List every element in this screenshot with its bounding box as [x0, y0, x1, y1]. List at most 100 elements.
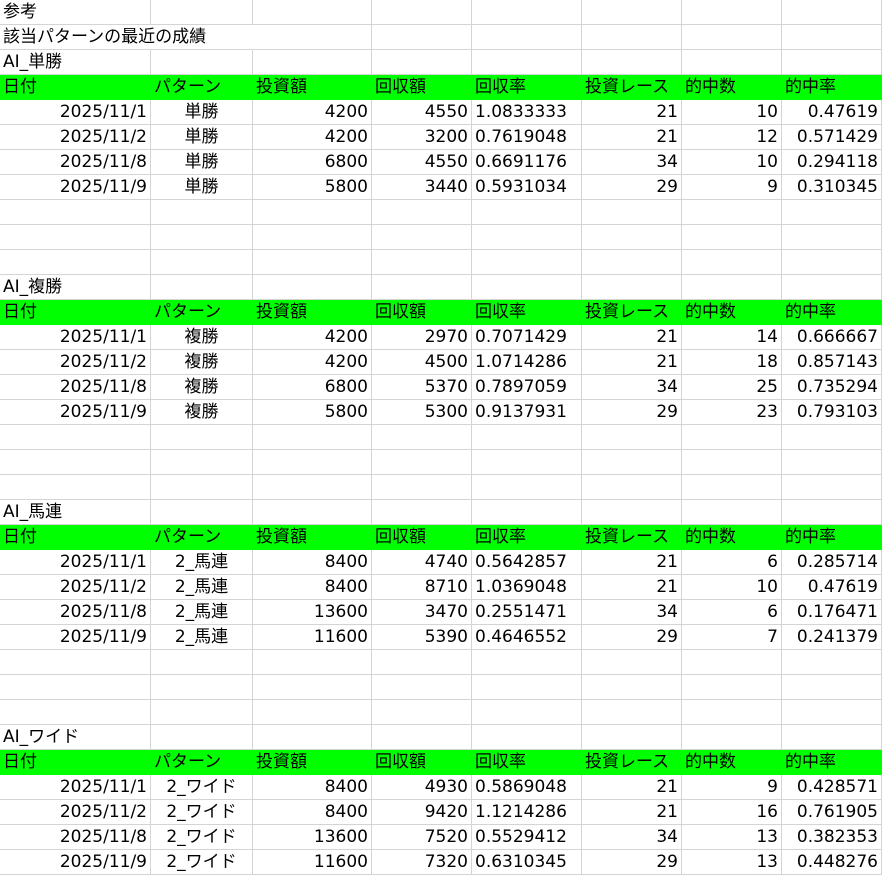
data-cell[interactable]: 0.428571	[782, 775, 882, 800]
data-cell[interactable]: 21	[582, 125, 682, 150]
empty-cell[interactable]	[253, 0, 372, 25]
empty-cell[interactable]	[782, 25, 882, 50]
data-cell[interactable]: 2025/11/1	[0, 550, 151, 575]
data-cell[interactable]: 6	[682, 600, 782, 625]
empty-cell[interactable]	[582, 275, 682, 300]
data-cell[interactable]: 3200	[372, 125, 472, 150]
data-cell[interactable]: 10	[682, 575, 782, 600]
data-cell[interactable]: 4550	[372, 150, 472, 175]
empty-cell[interactable]	[151, 250, 253, 275]
data-cell[interactable]: 21	[582, 350, 682, 375]
data-cell[interactable]: 2025/11/2	[0, 350, 151, 375]
empty-cell[interactable]	[253, 725, 372, 750]
empty-cell[interactable]	[472, 200, 582, 225]
column-header-hits[interactable]: 的中数	[682, 75, 782, 100]
data-cell[interactable]: 13600	[253, 600, 372, 625]
empty-cell[interactable]	[472, 0, 582, 25]
data-cell[interactable]: 29	[582, 850, 682, 875]
data-cell[interactable]: 13	[682, 825, 782, 850]
empty-cell[interactable]	[782, 675, 882, 700]
empty-cell[interactable]	[472, 725, 582, 750]
data-cell[interactable]: 0.382353	[782, 825, 882, 850]
empty-cell[interactable]	[0, 425, 151, 450]
column-header-pattern[interactable]: パターン	[151, 525, 253, 550]
empty-cell[interactable]	[151, 225, 253, 250]
empty-cell[interactable]	[253, 700, 372, 725]
empty-cell[interactable]	[372, 250, 472, 275]
column-header-hits[interactable]: 的中数	[682, 300, 782, 325]
data-cell[interactable]: 6800	[253, 150, 372, 175]
data-cell[interactable]: 2025/11/8	[0, 375, 151, 400]
data-cell[interactable]: 0.7071429	[472, 325, 582, 350]
data-cell[interactable]: 18	[682, 350, 782, 375]
data-cell[interactable]: 34	[582, 375, 682, 400]
empty-cell[interactable]	[372, 700, 472, 725]
column-header-hit-rate[interactable]: 的中率	[782, 75, 882, 100]
empty-cell[interactable]	[151, 500, 253, 525]
empty-cell[interactable]	[682, 225, 782, 250]
data-cell[interactable]: 21	[582, 800, 682, 825]
empty-cell[interactable]	[253, 425, 372, 450]
data-cell[interactable]: 12	[682, 125, 782, 150]
column-header-date[interactable]: 日付	[0, 75, 151, 100]
empty-cell[interactable]	[582, 700, 682, 725]
data-cell[interactable]: 6	[682, 550, 782, 575]
empty-cell[interactable]	[472, 425, 582, 450]
column-header-investment[interactable]: 投資額	[253, 750, 372, 775]
column-header-return[interactable]: 回収額	[372, 750, 472, 775]
data-cell[interactable]: 2025/11/2	[0, 575, 151, 600]
column-header-hits[interactable]: 的中数	[682, 750, 782, 775]
empty-cell[interactable]	[682, 425, 782, 450]
empty-cell[interactable]	[782, 275, 882, 300]
column-header-hit-rate[interactable]: 的中率	[782, 525, 882, 550]
column-header-investment[interactable]: 投資額	[253, 75, 372, 100]
empty-cell[interactable]	[372, 200, 472, 225]
data-cell[interactable]: 29	[582, 175, 682, 200]
column-header-hit-rate[interactable]: 的中率	[782, 300, 882, 325]
empty-cell[interactable]	[372, 725, 472, 750]
data-cell[interactable]: 0.6310345	[472, 850, 582, 875]
empty-cell[interactable]	[472, 700, 582, 725]
empty-cell[interactable]	[582, 50, 682, 75]
empty-cell[interactable]	[151, 725, 253, 750]
empty-cell[interactable]	[253, 475, 372, 500]
empty-cell[interactable]	[472, 675, 582, 700]
empty-cell[interactable]	[0, 250, 151, 275]
empty-cell[interactable]	[682, 50, 782, 75]
data-cell[interactable]: 0.5529412	[472, 825, 582, 850]
empty-cell[interactable]	[253, 25, 372, 50]
data-cell[interactable]: 4930	[372, 775, 472, 800]
empty-cell[interactable]	[372, 675, 472, 700]
data-cell[interactable]: 11600	[253, 850, 372, 875]
empty-cell[interactable]	[472, 475, 582, 500]
empty-cell[interactable]	[782, 450, 882, 475]
data-cell[interactable]: 複勝	[151, 375, 253, 400]
data-cell[interactable]: 8400	[253, 800, 372, 825]
data-cell[interactable]: 0.857143	[782, 350, 882, 375]
empty-cell[interactable]	[472, 225, 582, 250]
empty-cell[interactable]	[372, 475, 472, 500]
column-header-return-rate[interactable]: 回収率	[472, 300, 582, 325]
column-header-pattern[interactable]: パターン	[151, 300, 253, 325]
data-cell[interactable]: 21	[582, 100, 682, 125]
empty-cell[interactable]	[151, 450, 253, 475]
empty-cell[interactable]	[582, 425, 682, 450]
empty-cell[interactable]	[782, 250, 882, 275]
empty-cell[interactable]	[582, 200, 682, 225]
data-cell[interactable]: 2025/11/9	[0, 625, 151, 650]
empty-cell[interactable]	[582, 675, 682, 700]
empty-cell[interactable]	[472, 450, 582, 475]
data-cell[interactable]: 2_ワイド	[151, 850, 253, 875]
empty-cell[interactable]	[372, 225, 472, 250]
data-cell[interactable]: 単勝	[151, 125, 253, 150]
empty-cell[interactable]	[372, 425, 472, 450]
data-cell[interactable]: 0.448276	[782, 850, 882, 875]
data-cell[interactable]: 25	[682, 375, 782, 400]
data-cell[interactable]: 21	[582, 325, 682, 350]
empty-cell[interactable]	[0, 200, 151, 225]
data-cell[interactable]: 0.5931034	[472, 175, 582, 200]
empty-cell[interactable]	[472, 25, 582, 50]
empty-cell[interactable]	[472, 650, 582, 675]
data-cell[interactable]: 10	[682, 150, 782, 175]
data-cell[interactable]: 0.5869048	[472, 775, 582, 800]
